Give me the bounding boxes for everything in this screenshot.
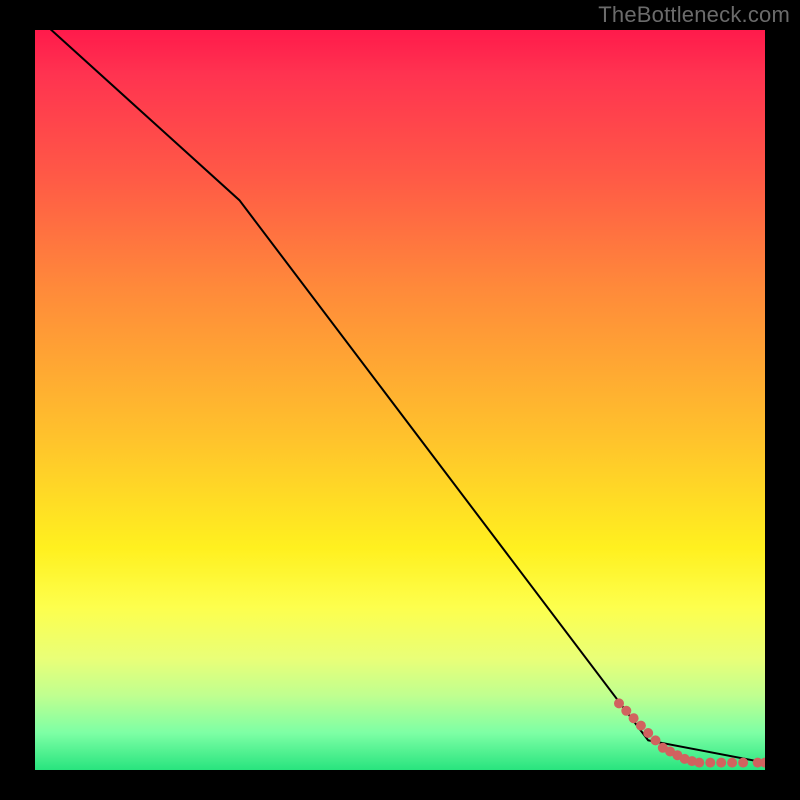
data-point	[629, 713, 639, 723]
data-point	[727, 758, 737, 768]
data-point	[643, 728, 653, 738]
data-point	[621, 706, 631, 716]
plot-area	[35, 30, 765, 770]
data-points-group	[614, 698, 765, 767]
data-point	[636, 721, 646, 731]
data-point	[614, 698, 624, 708]
data-point	[716, 758, 726, 768]
data-point	[738, 758, 748, 768]
data-point	[705, 758, 715, 768]
plot-svg	[35, 30, 765, 770]
bottleneck-curve	[35, 30, 765, 763]
watermark: TheBottleneck.com	[598, 2, 790, 28]
chart-frame: TheBottleneck.com	[0, 0, 800, 800]
data-point	[651, 735, 661, 745]
data-point	[694, 758, 704, 768]
